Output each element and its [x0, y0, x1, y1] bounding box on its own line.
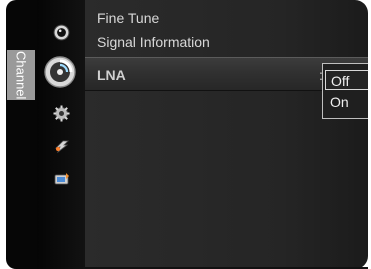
channel-icon[interactable]: [43, 55, 77, 89]
dropdown-option-on[interactable]: On: [325, 92, 368, 112]
dropdown-option-off[interactable]: Off: [325, 70, 368, 90]
channel-menu-panel: Fine Tune Signal Information LNA : Off O…: [85, 0, 368, 269]
picture-icon[interactable]: [53, 24, 70, 41]
tv-menu-window: Channel Fine Tune Signal Information LNA…: [6, 0, 368, 269]
menu-item-fine-tune[interactable]: Fine Tune: [97, 8, 159, 28]
channel-side-tab: Channel: [6, 0, 37, 269]
input-icon[interactable]: [53, 137, 70, 154]
lna-label: LNA: [97, 67, 126, 83]
application-icon[interactable]: [53, 171, 70, 188]
menu-item-signal-information[interactable]: Signal Information: [97, 32, 210, 52]
menu-icon-column: [37, 0, 85, 269]
lna-dropdown[interactable]: Off On: [322, 63, 368, 119]
side-tab-label: Channel: [7, 50, 35, 100]
settings-icon[interactable]: [53, 105, 70, 122]
